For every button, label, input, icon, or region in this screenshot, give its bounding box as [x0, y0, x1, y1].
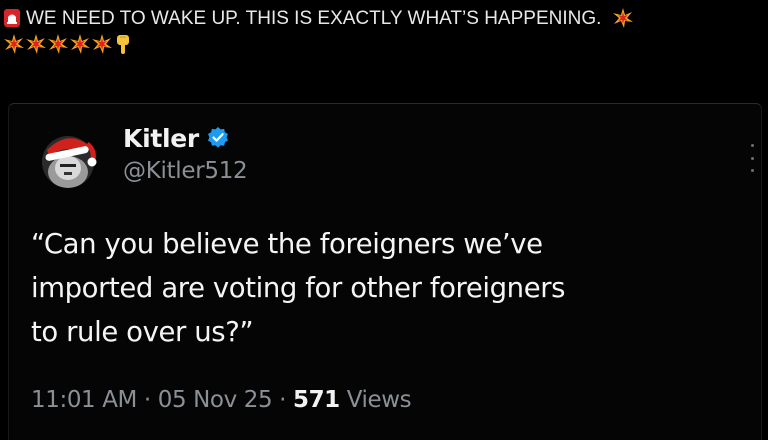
views-count: 571	[292, 387, 340, 413]
caption-line-1: WE NEED TO WAKE UP. THIS IS EXACTLY WHAT…	[4, 6, 764, 32]
more-dot	[750, 144, 754, 147]
caption-line-2	[4, 32, 764, 58]
collision-emoji-icon	[612, 8, 633, 28]
pointing-down-emoji-icon	[117, 35, 129, 54]
verified-badge-icon	[207, 127, 228, 148]
tweet-time[interactable]: 11:01 AM	[31, 387, 137, 413]
embedded-tweet-card[interactable]: Kitler @Kitler512 “Can you believe the f…	[8, 103, 762, 440]
siren-emoji-icon	[4, 9, 20, 27]
more-dot	[750, 169, 754, 172]
collision-emoji-icon	[70, 34, 90, 54]
more-options-icon[interactable]	[749, 144, 755, 172]
tweet-meta: 11:01 AM · 05 Nov 25 · 571 Views	[31, 387, 412, 413]
tweet-text: “Can you believe the foreigners we’ve im…	[31, 222, 751, 354]
collision-emoji-icon	[26, 34, 46, 54]
meta-separator: ·	[279, 387, 287, 413]
tweet-text-line: “Can you believe the foreigners we’ve	[31, 228, 543, 260]
tweet-author: Kitler @Kitler512	[123, 122, 248, 185]
views-label: Views	[346, 387, 412, 413]
tweet-text-line: to rule over us?”	[31, 316, 254, 348]
avatar[interactable]	[37, 128, 99, 190]
collision-emoji-icon	[4, 34, 24, 54]
post-caption: WE NEED TO WAKE UP. THIS IS EXACTLY WHAT…	[4, 6, 764, 58]
more-dot	[750, 156, 754, 160]
tweet-date[interactable]: 05 Nov 25	[158, 387, 273, 413]
tweet-text-line: imported are voting for other foreigners	[31, 272, 566, 304]
author-handle[interactable]: @Kitler512	[123, 158, 248, 184]
caption-text: WE NEED TO WAKE UP. THIS IS EXACTLY WHAT…	[26, 8, 602, 29]
collision-emoji-icon	[48, 34, 68, 54]
author-name-row: Kitler	[123, 122, 247, 154]
meta-separator: ·	[143, 387, 151, 413]
collision-emoji-icon	[92, 34, 112, 54]
author-name[interactable]: Kitler	[123, 124, 199, 153]
